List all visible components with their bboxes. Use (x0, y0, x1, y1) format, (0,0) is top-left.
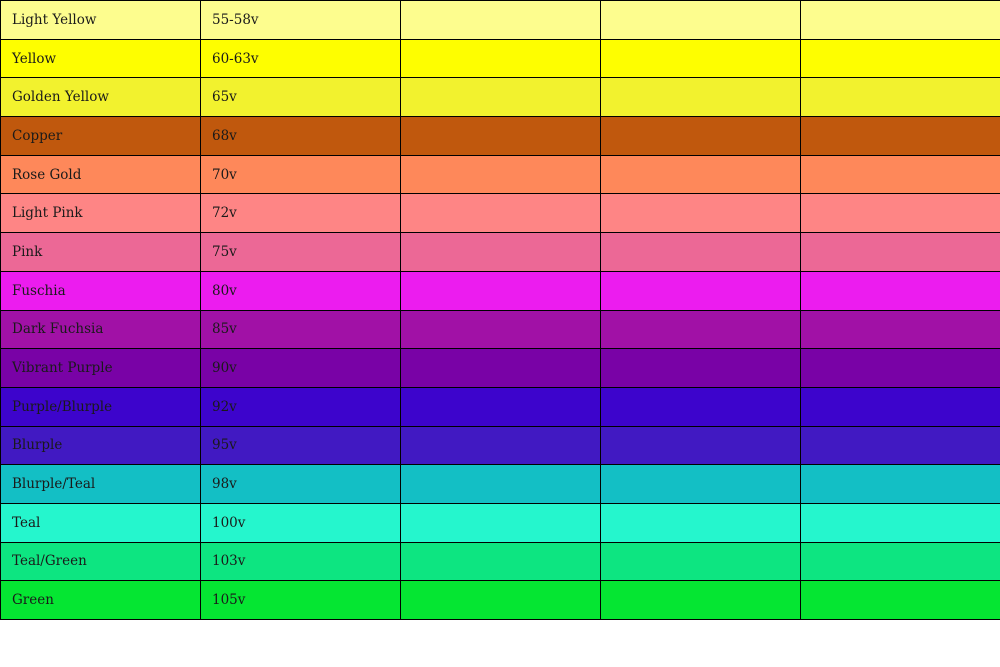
table-row: Teal 100v (0, 502, 1000, 543)
color-swatch-cell (600, 502, 801, 543)
color-swatch-cell (400, 309, 601, 350)
table-row: Copper 68v (0, 116, 1000, 156)
color-name-cell: Vibrant Purple (0, 348, 201, 388)
color-swatch-cell (800, 270, 1000, 311)
table-row: Fuschia 80v (0, 270, 1000, 311)
table-row: Golden Yellow 65v (0, 77, 1000, 118)
table-row: Green 105v (0, 580, 1000, 620)
color-name-cell: Teal (0, 502, 201, 543)
color-swatch-cell (600, 386, 801, 427)
voltage-cell: 72v (200, 193, 401, 234)
color-swatch-cell (800, 541, 1000, 582)
color-swatch-cell (400, 77, 601, 118)
color-swatch-cell (600, 193, 801, 234)
color-name-cell: Light Pink (0, 193, 201, 234)
color-name-cell: Rose Gold (0, 154, 201, 195)
color-name-cell: Purple/Blurple (0, 386, 201, 427)
table-body: Light Yellow 55-58v Yellow 60-63v Golden Yel… (0, 0, 1000, 620)
table-row: Vibrant Purple 90v (0, 348, 1000, 388)
color-swatch-cell (800, 77, 1000, 118)
color-name-cell: Green (0, 580, 201, 620)
voltage-cell: 60-63v (200, 38, 401, 79)
table-row: Light Yellow 55-58v (0, 0, 1000, 40)
table-row: Yellow 60-63v (0, 38, 1000, 79)
color-name-cell: Golden Yellow (0, 77, 201, 118)
table-row: Blurple 95v (0, 425, 1000, 466)
table-row: Dark Fuchsia 85v (0, 309, 1000, 350)
voltage-cell: 65v (200, 77, 401, 118)
color-swatch-cell (800, 0, 1000, 40)
voltage-cell: 90v (200, 348, 401, 388)
voltage-cell: 105v (200, 580, 401, 620)
color-swatch-cell (800, 348, 1000, 388)
voltage-cell: 103v (200, 541, 401, 582)
color-swatch-cell (600, 309, 801, 350)
voltage-cell: 70v (200, 154, 401, 195)
color-swatch-cell (800, 464, 1000, 504)
voltage-cell: 95v (200, 425, 401, 466)
color-name-cell: Teal/Green (0, 541, 201, 582)
color-swatch-cell (600, 541, 801, 582)
color-swatch-cell (800, 38, 1000, 79)
color-swatch-cell (800, 580, 1000, 620)
voltage-cell: 80v (200, 270, 401, 311)
color-swatch-cell (600, 38, 801, 79)
color-swatch-cell (800, 116, 1000, 156)
voltage-cell: 100v (200, 502, 401, 543)
color-swatch-cell (400, 348, 601, 388)
color-swatch-cell (400, 270, 601, 311)
color-name-cell: Dark Fuchsia (0, 309, 201, 350)
color-swatch-cell (800, 502, 1000, 543)
table-row: Purple/Blurple 92v (0, 386, 1000, 427)
color-name-cell: Copper (0, 116, 201, 156)
color-swatch-cell (400, 464, 601, 504)
color-swatch-cell (600, 270, 801, 311)
color-swatch-cell (400, 0, 601, 40)
color-swatch-cell (400, 38, 601, 79)
color-swatch-cell (600, 154, 801, 195)
voltage-cell: 98v (200, 464, 401, 504)
table-row: Teal/Green 103v (0, 541, 1000, 582)
color-swatch-cell (800, 193, 1000, 234)
color-swatch-cell (400, 502, 601, 543)
color-swatch-cell (800, 309, 1000, 350)
color-swatch-cell (600, 425, 801, 466)
color-swatch-cell (400, 386, 601, 427)
color-swatch-cell (600, 0, 801, 40)
voltage-cell: 55-58v (200, 0, 401, 40)
color-swatch-cell (400, 541, 601, 582)
color-swatch-cell (600, 232, 801, 272)
color-swatch-cell (400, 154, 601, 195)
color-name-cell: Light Yellow (0, 0, 201, 40)
voltage-cell: 85v (200, 309, 401, 350)
color-name-cell: Yellow (0, 38, 201, 79)
table-row: Blurple/Teal 98v (0, 464, 1000, 504)
color-voltage-table: Light Yellow 55-58v Yellow 60-63v Golden Yel… (0, 0, 1000, 620)
color-name-cell: Fuschia (0, 270, 201, 311)
color-name-cell: Pink (0, 232, 201, 272)
color-swatch-cell (400, 193, 601, 234)
color-swatch-cell (600, 348, 801, 388)
color-swatch-cell (400, 116, 601, 156)
color-swatch-cell (600, 580, 801, 620)
color-swatch-cell (600, 77, 801, 118)
color-swatch-cell (800, 154, 1000, 195)
voltage-cell: 75v (200, 232, 401, 272)
color-swatch-cell (800, 386, 1000, 427)
color-swatch-cell (800, 232, 1000, 272)
color-swatch-cell (400, 232, 601, 272)
table-row: Light Pink 72v (0, 193, 1000, 234)
voltage-cell: 92v (200, 386, 401, 427)
voltage-cell: 68v (200, 116, 401, 156)
table-row: Pink 75v (0, 232, 1000, 272)
color-swatch-cell (800, 425, 1000, 466)
color-swatch-cell (400, 580, 601, 620)
color-swatch-cell (400, 425, 601, 466)
color-swatch-cell (600, 464, 801, 504)
color-name-cell: Blurple/Teal (0, 464, 201, 504)
color-name-cell: Blurple (0, 425, 201, 466)
table-row: Rose Gold 70v (0, 154, 1000, 195)
color-swatch-cell (600, 116, 801, 156)
